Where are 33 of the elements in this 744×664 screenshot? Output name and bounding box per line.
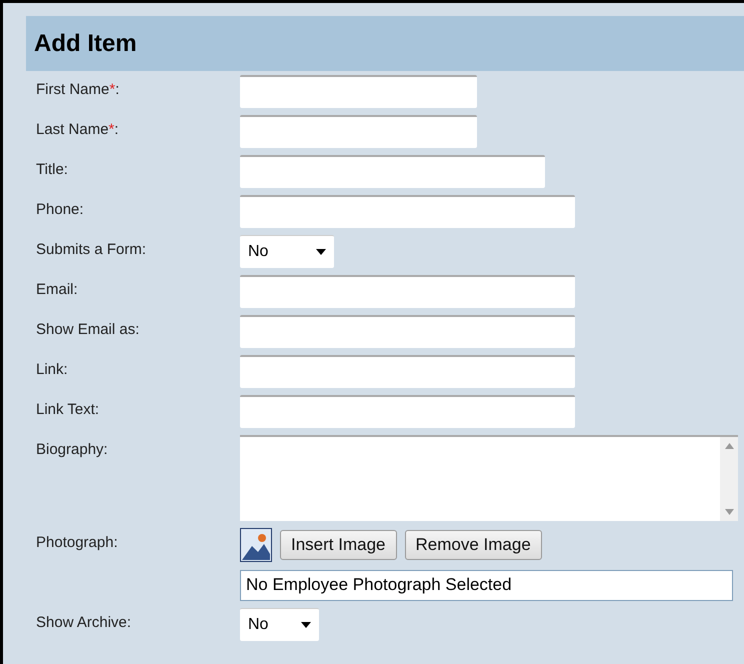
field-label: First Name*: bbox=[36, 80, 120, 98]
image-icon[interactable] bbox=[240, 528, 272, 562]
caret-icon bbox=[316, 249, 326, 255]
field-label: Phone: bbox=[36, 200, 85, 218]
text-field[interactable] bbox=[240, 115, 477, 148]
photo-status-field[interactable]: No Employee Photograph Selected bbox=[240, 570, 733, 601]
text-field[interactable] bbox=[240, 395, 575, 428]
text-field[interactable] bbox=[240, 195, 575, 228]
image-button[interactable]: Remove Image bbox=[404, 530, 542, 560]
form-title: Add Item bbox=[34, 30, 137, 58]
text-field[interactable] bbox=[240, 155, 545, 188]
field-label: Show Archive: bbox=[36, 613, 132, 631]
field-label: Show Email as: bbox=[36, 320, 140, 338]
image-button[interactable]: Insert Image bbox=[280, 530, 396, 560]
scroll-up-icon[interactable] bbox=[724, 443, 734, 449]
field-label: Biography: bbox=[36, 440, 109, 458]
field-label: Photograph: bbox=[36, 533, 119, 551]
text-field[interactable] bbox=[240, 315, 575, 348]
caret-icon bbox=[301, 622, 311, 628]
text-field[interactable] bbox=[240, 275, 575, 308]
text-area[interactable] bbox=[240, 435, 738, 521]
field-label: Link Text: bbox=[36, 400, 100, 418]
dropdown[interactable]: No bbox=[240, 608, 319, 641]
scrollbar[interactable] bbox=[720, 437, 738, 521]
dropdown[interactable]: No bbox=[240, 235, 334, 268]
field-label: Link: bbox=[36, 360, 69, 378]
field-label: Submits a Form: bbox=[36, 240, 148, 258]
text-field[interactable] bbox=[240, 75, 477, 108]
scroll-down-icon[interactable] bbox=[724, 509, 734, 515]
field-label: Title: bbox=[36, 160, 69, 178]
text-field[interactable] bbox=[240, 355, 575, 388]
field-label: Email: bbox=[36, 280, 79, 298]
field-label: Last Name*: bbox=[36, 120, 120, 138]
